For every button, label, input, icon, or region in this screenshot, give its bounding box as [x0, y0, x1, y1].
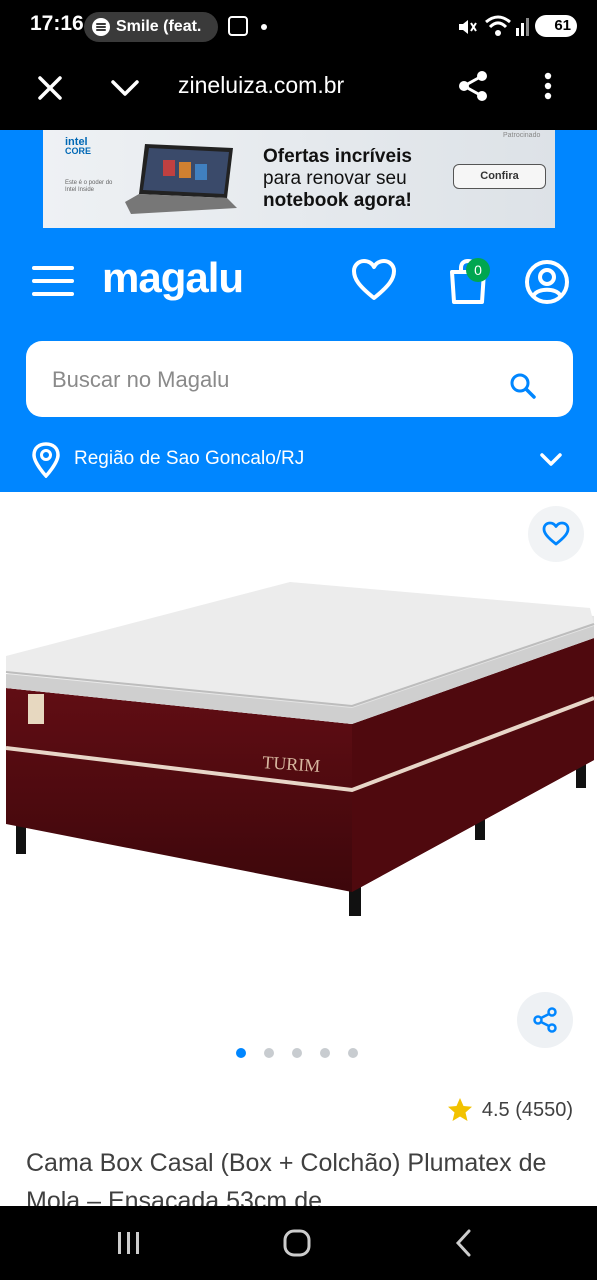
magalu-logo[interactable]: magalu	[102, 254, 244, 302]
media-title: Smile (feat.	[116, 18, 202, 35]
screenshot-icon	[228, 16, 248, 36]
share-button[interactable]	[517, 992, 573, 1048]
rating-value: 4.5 (4550)	[481, 1098, 573, 1121]
battery-indicator: 61	[535, 15, 577, 37]
mute-icon	[459, 20, 477, 34]
media-notification: Smile (feat.	[84, 12, 218, 42]
promo-banner[interactable]: intel CORE Este é o poder do Intel Insid…	[43, 130, 555, 228]
carousel-dot[interactable]	[236, 1048, 246, 1058]
carousel-dot[interactable]	[264, 1048, 274, 1058]
site-header: intel CORE Este é o poder do Intel Insid…	[0, 130, 597, 492]
carousel-dot[interactable]	[348, 1048, 358, 1058]
wifi-icon	[485, 15, 529, 36]
share-icon	[533, 1007, 557, 1033]
status-time: 17:16	[30, 12, 84, 35]
home-icon[interactable]	[282, 1228, 312, 1258]
system-navigation-bar	[0, 1206, 597, 1280]
product-brand-label: TURIM	[262, 752, 321, 776]
carousel-dot[interactable]	[320, 1048, 330, 1058]
recent-apps-icon[interactable]	[116, 1230, 142, 1256]
product-image[interactable]: TURIM	[0, 578, 597, 928]
chevron-down-icon[interactable]	[538, 448, 564, 470]
heart-icon[interactable]	[351, 258, 397, 302]
cart-count-badge: 0	[466, 258, 490, 282]
region-label: Região de Sao Goncalo/RJ	[74, 448, 305, 469]
url-bar[interactable]: zineluiza.com.br	[178, 72, 344, 99]
user-icon[interactable]	[523, 258, 571, 306]
search-placeholder: Buscar no Magalu	[52, 367, 230, 392]
heart-icon	[542, 521, 570, 546]
intel-logo: intel CORE Este é o poder do Intel Insid…	[65, 136, 113, 193]
browser-toolbar: zineluiza.com.br	[0, 52, 597, 130]
location-pin-icon	[32, 442, 60, 478]
search-input[interactable]: Buscar no Magalu	[26, 341, 573, 417]
close-icon[interactable]	[34, 72, 66, 104]
star-icon	[447, 1098, 472, 1121]
carousel-indicator	[236, 1048, 358, 1058]
menu-icon[interactable]	[32, 266, 74, 296]
carousel-dot[interactable]	[292, 1048, 302, 1058]
product-section: TURIM 4.5 (4550) Cama Box Casal (Box + C…	[0, 492, 597, 1215]
share-icon[interactable]	[456, 69, 490, 103]
sponsored-label: Patrocinado	[503, 132, 541, 139]
back-icon[interactable]	[452, 1228, 476, 1258]
spotify-icon	[92, 18, 110, 36]
region-selector[interactable]: Região de Sao Goncalo/RJ	[30, 440, 570, 480]
laptop-image	[125, 144, 237, 214]
status-bar: 17:16 Smile (feat. 61	[0, 0, 597, 52]
product-rating[interactable]: 4.5 (4550)	[446, 1096, 573, 1124]
more-vert-icon[interactable]	[536, 70, 560, 104]
chevron-down-icon[interactable]	[108, 72, 142, 104]
notification-dot-icon	[261, 24, 267, 30]
favorite-button[interactable]	[528, 506, 584, 562]
banner-cta-button[interactable]: Confira	[453, 164, 546, 189]
banner-headline: Ofertas incríveis para renovar seu noteb…	[263, 146, 412, 211]
search-icon[interactable]	[510, 373, 536, 399]
